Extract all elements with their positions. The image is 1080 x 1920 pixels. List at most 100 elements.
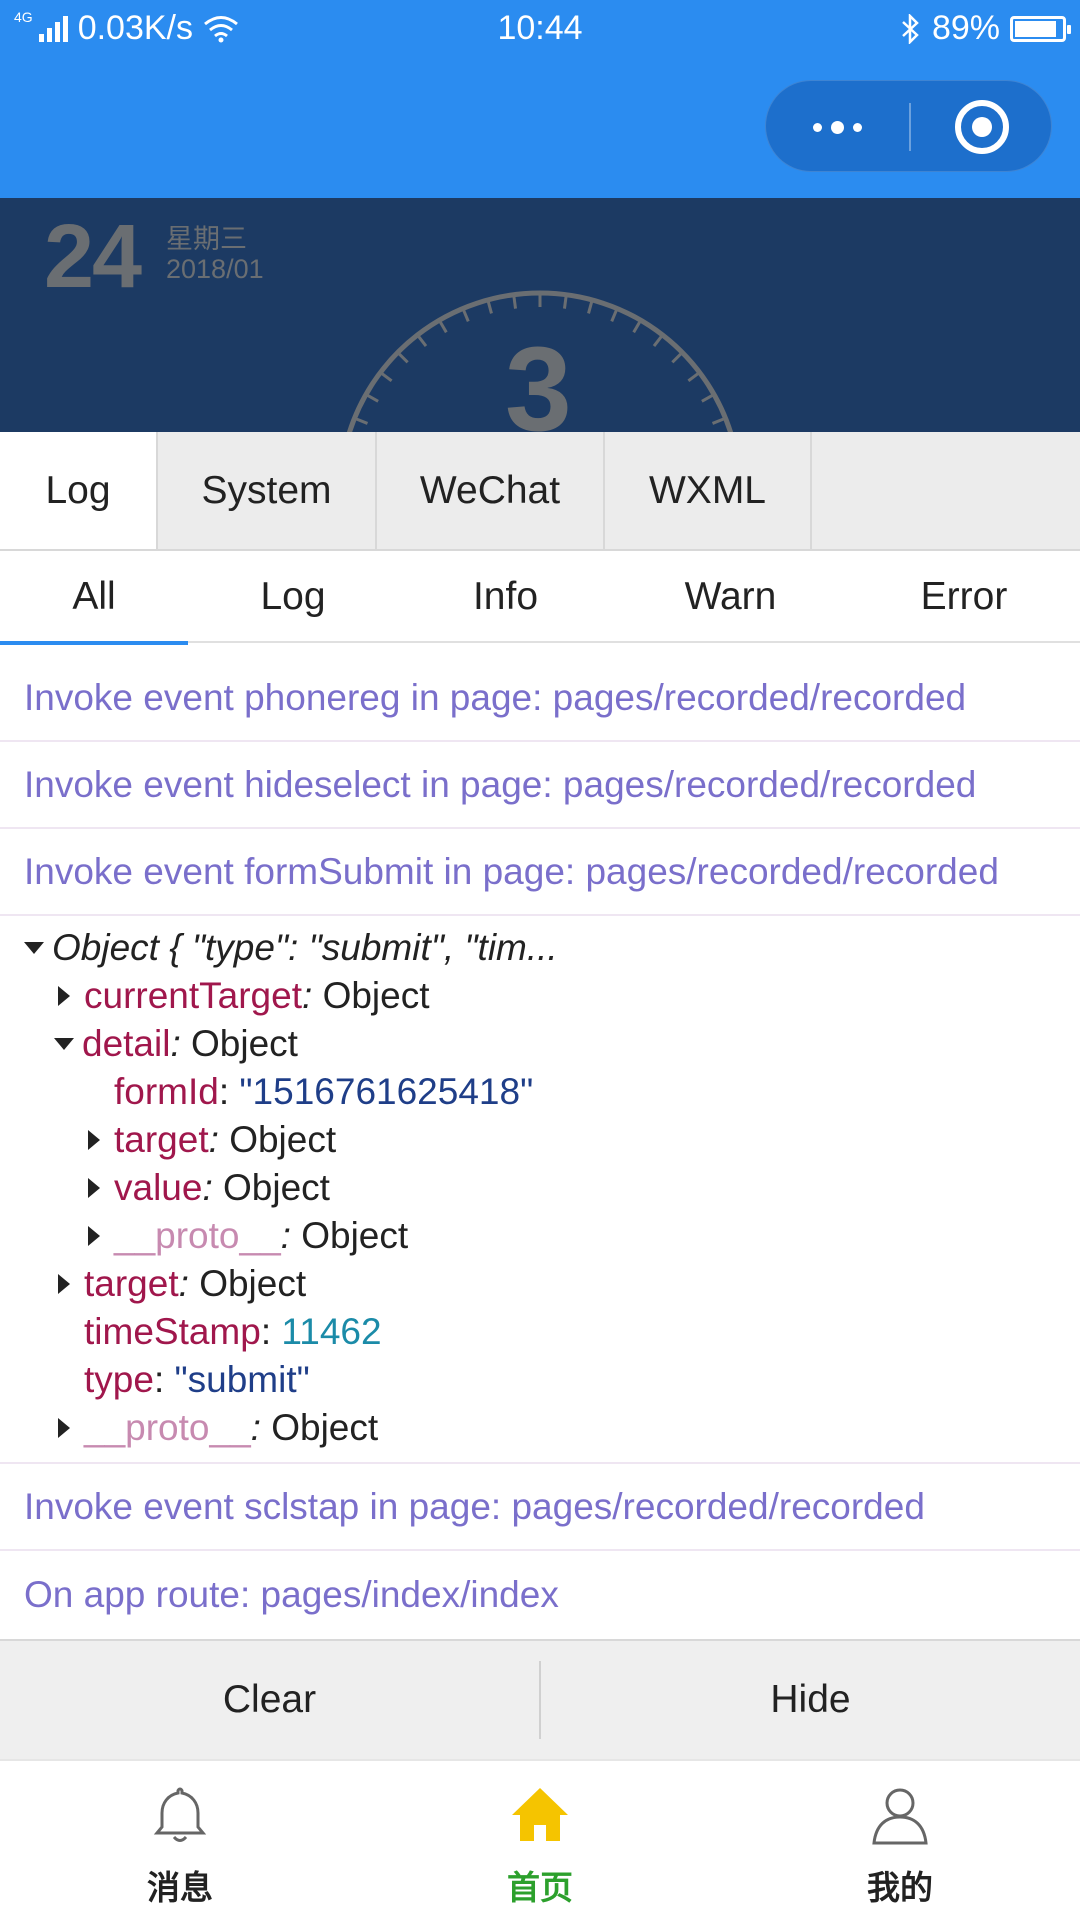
tabbar-label: 消息 <box>147 1868 213 1907</box>
filter-log[interactable]: Log <box>188 551 398 643</box>
prop-value: Object <box>223 1167 330 1208</box>
clear-button[interactable]: Clear <box>0 1641 539 1759</box>
dial-tick <box>437 319 448 334</box>
filter-warn[interactable]: Warn <box>613 551 848 643</box>
object-prop-row[interactable]: currentTarget: Object <box>0 972 1080 1020</box>
dial-tick <box>687 371 701 383</box>
dial-tick <box>365 393 379 403</box>
log-entry: Invoke event sclstap in page: pages/reco… <box>0 1464 1080 1551</box>
hide-button[interactable]: Hide <box>541 1641 1080 1759</box>
object-prop-row[interactable]: value: Object <box>0 1164 1080 1212</box>
prop-value: Object <box>322 975 430 1016</box>
bottom-tab-bar: 消息 首页 我的 <box>0 1759 1080 1920</box>
prop-value: 11462 <box>281 1311 382 1352</box>
prop-key: formId <box>114 1071 219 1112</box>
prop-colon: : <box>260 1311 282 1352</box>
bell-icon <box>153 1787 207 1842</box>
log-entry: On app route: pages/index/index <box>24 1573 559 1615</box>
banner-day: 24 <box>44 207 142 307</box>
expand-triangle-icon[interactable] <box>88 1178 100 1198</box>
collapse-triangle-icon[interactable] <box>24 942 44 954</box>
tab-system[interactable]: System <box>158 432 377 549</box>
prop-value: Object <box>229 1119 337 1160</box>
tab-wechat[interactable]: WeChat <box>377 432 605 549</box>
filter-all[interactable]: All <box>0 551 188 645</box>
tabbar-item-home[interactable]: 首页 <box>360 1761 720 1920</box>
filter-error[interactable]: Error <box>848 551 1080 643</box>
object-prop-row: type: "submit" <box>0 1356 1080 1404</box>
object-inspector: Object { "type": "submit", "tim... curre… <box>0 916 1080 1464</box>
status-bar: 4G 0.03K/s 10:44 89% <box>0 0 1080 58</box>
tabbar-item-mine[interactable]: 我的 <box>720 1761 1080 1920</box>
prop-key: target <box>114 1119 209 1160</box>
dial-tick <box>353 416 369 425</box>
banner-date: 2018/01 <box>166 254 264 284</box>
prop-colon: : <box>178 1263 200 1304</box>
prop-key: value <box>114 1167 203 1208</box>
dial-tick <box>512 294 518 309</box>
dial-tick <box>610 307 619 322</box>
prop-value: Object <box>271 1407 379 1448</box>
tab-log[interactable]: Log <box>0 432 158 549</box>
log-list: Invoke event phonereg in page: pages/rec… <box>0 655 1080 1638</box>
home-icon <box>512 1788 568 1841</box>
bluetooth-icon <box>902 13 919 44</box>
prop-value: "submit" <box>174 1359 310 1400</box>
log-entry: Invoke event hideselect in page: pages/r… <box>0 742 1080 829</box>
prop-colon: : <box>218 1071 240 1112</box>
collapse-triangle-icon[interactable] <box>54 1038 74 1050</box>
date-banner: 24 星期三 2018/01 3 <box>0 198 1080 432</box>
console-actions: Clear Hide <box>0 1639 1080 1759</box>
banner-weekday: 星期三 <box>166 224 247 254</box>
prop-key: __proto__ <box>114 1215 281 1256</box>
expand-triangle-icon[interactable] <box>88 1130 100 1150</box>
expand-triangle-icon[interactable] <box>58 1274 70 1294</box>
prop-value: Object <box>199 1263 307 1304</box>
tab-wxml[interactable]: WXML <box>605 432 812 549</box>
prop-colon: : <box>170 1023 192 1064</box>
top-bar: 4G 0.03K/s 10:44 89% <box>0 0 1080 198</box>
dial-tick <box>396 351 409 364</box>
tabbar-label: 首页 <box>507 1868 573 1907</box>
prop-colon: : <box>208 1119 230 1160</box>
prop-key: target <box>84 1263 179 1304</box>
prop-value: Object <box>191 1023 298 1064</box>
dial-tick <box>701 393 715 403</box>
capsule-divider <box>909 103 911 151</box>
object-prop-row[interactable]: target: Object <box>0 1260 1080 1308</box>
console-tabs: Log System WeChat WXML <box>0 432 1080 551</box>
prop-colon: : <box>302 975 323 1016</box>
tab-filler <box>812 432 1080 549</box>
prop-colon: : <box>280 1215 302 1256</box>
dial-tick <box>671 351 684 364</box>
object-summary: Object { "type": "submit", "tim... <box>52 927 558 968</box>
object-prop-row[interactable]: detail: Object <box>0 1020 1080 1068</box>
object-prop-row[interactable]: target: Object <box>0 1116 1080 1164</box>
expand-triangle-icon[interactable] <box>88 1226 100 1246</box>
target-close-icon[interactable] <box>955 100 1009 154</box>
prop-key: type <box>84 1359 154 1400</box>
tabbar-label: 我的 <box>867 1868 933 1907</box>
log-entry: Invoke event phonereg in page: pages/rec… <box>0 655 1080 742</box>
dial-tick <box>379 371 393 383</box>
status-right: 89% <box>900 9 1071 48</box>
more-dots-icon[interactable] <box>766 81 909 173</box>
battery-icon <box>1010 15 1071 42</box>
filter-info[interactable]: Info <box>398 551 613 643</box>
prop-value: Object <box>301 1215 409 1256</box>
dial-tick <box>711 416 727 425</box>
dial-tick <box>587 299 594 314</box>
dial-tick <box>461 307 470 322</box>
object-prop-row: formId: "1516761625418" <box>0 1068 1080 1116</box>
user-icon <box>872 1788 928 1845</box>
dial-tick <box>416 334 428 347</box>
object-prop-row[interactable]: __proto__: Object <box>0 1404 1080 1452</box>
prop-colon: : <box>250 1407 272 1448</box>
expand-triangle-icon[interactable] <box>58 986 70 1006</box>
tabbar-item-messages[interactable]: 消息 <box>0 1761 360 1920</box>
expand-triangle-icon[interactable] <box>58 1418 70 1438</box>
prop-key: currentTarget <box>84 975 302 1016</box>
object-summary-row[interactable]: Object { "type": "submit", "tim... <box>0 924 1080 972</box>
prop-key: timeStamp <box>84 1311 261 1352</box>
object-prop-row[interactable]: __proto__: Object <box>0 1212 1080 1260</box>
